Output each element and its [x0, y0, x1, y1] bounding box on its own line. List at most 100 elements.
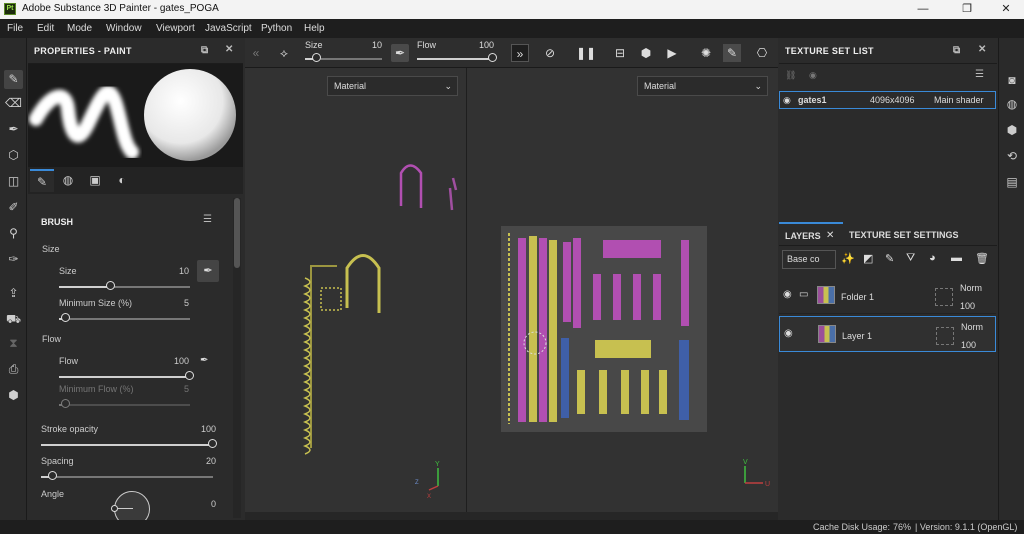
- flow-value[interactable]: 100: [159, 356, 189, 366]
- stroke-opacity-slider[interactable]: [41, 439, 217, 450]
- menu-python[interactable]: Python: [261, 23, 292, 34]
- menu-mode[interactable]: Mode: [67, 23, 92, 34]
- blend-mode[interactable]: Norm: [961, 322, 983, 332]
- close-panel-icon[interactable]: ✕: [978, 44, 987, 55]
- spacing-slider[interactable]: [41, 471, 213, 482]
- link-icon[interactable]: ⛓: [785, 70, 796, 81]
- shader-settings-icon[interactable]: ⬢: [1004, 122, 1020, 138]
- layer-row-layer1[interactable]: ◉ Layer 1 Norm 100: [779, 316, 996, 352]
- close-tab-icon[interactable]: ✕: [826, 230, 834, 241]
- pause-icon[interactable]: ❚❚: [576, 44, 596, 62]
- add-fill-layer-icon[interactable]: ⛛: [906, 252, 915, 265]
- viewer-settings-icon[interactable]: ◙: [1004, 72, 1020, 88]
- mask-slot[interactable]: [936, 327, 954, 345]
- camera-lock-icon[interactable]: ⊘: [541, 44, 559, 62]
- material-icon[interactable]: ⛟: [4, 310, 23, 329]
- menu-viewport[interactable]: Viewport: [156, 23, 195, 34]
- assets-icon[interactable]: ⬢: [4, 386, 23, 405]
- export-icon[interactable]: ⎙: [4, 360, 23, 379]
- color-picker-icon[interactable]: ✑: [4, 250, 23, 269]
- layer-name[interactable]: Layer 1: [842, 331, 872, 341]
- angle-value[interactable]: 0: [186, 499, 216, 509]
- smudge-tool-icon[interactable]: ✐: [4, 198, 23, 217]
- brush-menu-icon[interactable]: ☰: [203, 214, 212, 225]
- texture-set-row[interactable]: ◉ gates1 4096x4096 Main shader: [779, 91, 996, 109]
- add-folder-icon[interactable]: ▬: [951, 252, 962, 264]
- size-value[interactable]: 10: [159, 266, 189, 276]
- eraser-tool-icon[interactable]: ⌫: [4, 94, 23, 113]
- menu-window[interactable]: Window: [106, 23, 142, 34]
- layer-opacity[interactable]: 100: [960, 301, 975, 311]
- undock-icon[interactable]: ⧉: [201, 45, 208, 56]
- toolbar-flow-slider[interactable]: [417, 53, 497, 64]
- effects-icon[interactable]: ✺: [697, 44, 715, 62]
- toolbar-flow-value[interactable]: 100: [479, 40, 494, 50]
- collapse-left-icon[interactable]: «: [247, 44, 265, 62]
- clone-tool-icon[interactable]: ⚲: [4, 224, 23, 243]
- eye-icon[interactable]: ◉: [783, 289, 792, 300]
- min-size-slider[interactable]: [59, 313, 190, 324]
- split-view-icon[interactable]: ⊟: [611, 44, 629, 62]
- log-icon[interactable]: ▤: [1004, 174, 1020, 190]
- flow-slider[interactable]: [59, 371, 194, 382]
- pen-pressure-flow-icon[interactable]: ✒: [200, 355, 208, 366]
- mask-slot[interactable]: [935, 288, 953, 306]
- close-panel-icon[interactable]: ✕: [225, 44, 234, 55]
- toolbar-size-slider[interactable]: [305, 53, 382, 64]
- close-window-button[interactable]: ✕: [991, 1, 1021, 18]
- tab-texture-set-settings[interactable]: TEXTURE SET SETTINGS: [849, 230, 959, 240]
- add-paint-layer-icon[interactable]: ✎: [885, 252, 894, 265]
- symmetry-icon[interactable]: ⟡: [275, 44, 293, 62]
- menu-javascript[interactable]: JavaScript: [205, 23, 252, 34]
- paint-brush-tool-icon[interactable]: ✎: [4, 70, 23, 89]
- bake-icon[interactable]: ⇪: [4, 284, 23, 303]
- channel-dropdown[interactable]: Base co: [782, 250, 836, 269]
- projection-tool-icon[interactable]: ✒: [4, 120, 23, 139]
- geometry-fill-icon[interactable]: ⬡: [4, 146, 23, 165]
- toolbar-size-value[interactable]: 10: [372, 40, 382, 50]
- eye-icon[interactable]: ◉: [783, 92, 791, 108]
- spacing-value[interactable]: 20: [186, 456, 216, 466]
- list-menu-icon[interactable]: ☰: [975, 69, 984, 80]
- screenshot-icon[interactable]: ⎔: [753, 44, 771, 62]
- undock-icon[interactable]: ⧉: [953, 45, 960, 56]
- menu-edit[interactable]: Edit: [37, 23, 54, 34]
- cube-icon[interactable]: ⬢: [637, 44, 655, 62]
- minimize-button[interactable]: —: [908, 1, 938, 18]
- add-mask-icon[interactable]: ◩: [863, 252, 873, 265]
- toolbar-pressure-icon[interactable]: ✒: [391, 44, 409, 62]
- stroke-opacity-value[interactable]: 100: [186, 424, 216, 434]
- add-effect-icon[interactable]: ✨: [841, 252, 855, 265]
- alpha-tab-icon[interactable]: ◍: [56, 169, 80, 192]
- tab-layers[interactable]: LAYERS ✕: [779, 222, 843, 246]
- expand-toolbar-icon[interactable]: »: [511, 44, 529, 62]
- delete-layer-icon[interactable]: 🗑: [975, 252, 989, 265]
- smart-material-icon[interactable]: ◕: [929, 252, 936, 264]
- polygon-fill-icon[interactable]: ◫: [4, 172, 23, 191]
- properties-scrollbar[interactable]: [233, 198, 241, 518]
- history-icon[interactable]: ⟲: [1004, 148, 1020, 164]
- eye-icon[interactable]: ◉: [784, 328, 793, 339]
- viewport[interactable]: Material ⌄ Material ⌄ Y Z X V U: [245, 68, 778, 512]
- visibility-icon[interactable]: ◉: [809, 70, 817, 81]
- menu-help[interactable]: Help: [304, 23, 325, 34]
- viewport-hscroll[interactable]: [245, 512, 778, 520]
- pen-pressure-size-icon[interactable]: ✒: [197, 260, 219, 282]
- blend-mode[interactable]: Norm: [960, 283, 982, 293]
- size-slider[interactable]: [59, 281, 190, 292]
- menu-file[interactable]: File: [7, 23, 23, 34]
- display-settings-icon[interactable]: ◍: [1004, 96, 1020, 112]
- paint-mode-icon[interactable]: ✎: [723, 44, 741, 62]
- stencil-tab-icon[interactable]: ▣: [83, 169, 107, 192]
- 2d-uv-canvas[interactable]: V U: [467, 68, 778, 512]
- maximize-button[interactable]: ❐: [952, 1, 982, 18]
- brush-tab-icon[interactable]: ✎: [30, 169, 54, 192]
- layer-opacity[interactable]: 100: [961, 340, 976, 350]
- layer-name[interactable]: Folder 1: [841, 292, 874, 302]
- 3d-view-canvas[interactable]: Y Z X: [245, 68, 466, 512]
- material-tab-icon[interactable]: ◐: [110, 169, 134, 192]
- layer-row-folder[interactable]: ◉ ▭ Folder 1 Norm 100: [779, 278, 996, 314]
- min-size-value[interactable]: 5: [159, 298, 189, 308]
- texture-set-shader[interactable]: Main shader: [934, 92, 984, 108]
- camera-icon[interactable]: ▶: [663, 44, 681, 62]
